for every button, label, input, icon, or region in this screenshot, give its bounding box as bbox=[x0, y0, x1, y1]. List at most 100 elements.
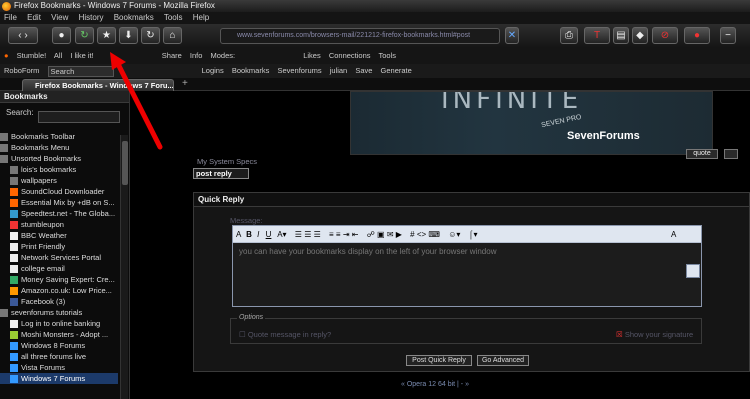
outdent-button[interactable]: ⇤ bbox=[352, 230, 359, 239]
image-button[interactable]: ▣ bbox=[377, 230, 385, 239]
post-quick-reply-button[interactable]: Post Quick Reply bbox=[406, 355, 472, 366]
hash-button[interactable]: # bbox=[410, 230, 414, 239]
code-button[interactable]: <> bbox=[417, 230, 426, 239]
editor-resize-icon[interactable] bbox=[686, 264, 700, 278]
sidebar-item[interactable]: wallpapers bbox=[0, 175, 118, 186]
generate-button[interactable]: Generate bbox=[381, 66, 412, 75]
thread-navigation[interactable]: « Opera 12 64 bit | - » bbox=[401, 381, 469, 388]
folder-icon bbox=[10, 177, 18, 186]
red-t-icon[interactable]: T bbox=[584, 27, 610, 44]
sidebar-item[interactable]: Log in to online banking bbox=[0, 318, 118, 329]
message-textarea[interactable]: you can have your bookmarks display on t… bbox=[233, 243, 701, 306]
sidebar-scrollbar[interactable] bbox=[120, 135, 128, 399]
sidebar-item[interactable]: stumbleupon bbox=[0, 219, 118, 230]
indent-button[interactable]: ⇥ bbox=[343, 230, 350, 239]
quote-message-checkbox[interactable]: ☐ Quote message in reply? bbox=[239, 330, 331, 339]
url-input[interactable]: www.sevenforums.com/browsers-mail/221212… bbox=[220, 28, 500, 44]
folder-icon bbox=[10, 166, 18, 175]
sidebar-item[interactable]: Network Services Portal bbox=[0, 252, 118, 263]
shield-icon[interactable]: ◆ bbox=[632, 27, 648, 44]
sidebar-item[interactable]: Print Friendly bbox=[0, 241, 118, 252]
sidebar-item[interactable]: Moshi Monsters - Adopt ... bbox=[0, 329, 118, 340]
sidebar-item[interactable]: SoundCloud Downloader bbox=[0, 186, 118, 197]
connections-button[interactable]: Connections bbox=[329, 51, 371, 60]
all-dropdown[interactable]: All bbox=[54, 51, 62, 60]
page-icon bbox=[10, 265, 18, 274]
save-button[interactable]: Save bbox=[355, 66, 372, 75]
roboform-search-input[interactable]: Search bbox=[47, 65, 114, 77]
home-icon[interactable]: ⌂ bbox=[163, 27, 182, 44]
multiquote-button[interactable] bbox=[724, 149, 738, 159]
menu-file[interactable]: File bbox=[4, 13, 17, 22]
new-tab-button[interactable]: + bbox=[182, 78, 188, 89]
php-button[interactable]: ⌨ bbox=[428, 230, 440, 239]
smiley-button[interactable]: ☺▾ bbox=[448, 230, 460, 239]
sidebar-item[interactable]: Amazon.co.uk: Low Price... bbox=[0, 285, 118, 296]
menu-history[interactable]: History bbox=[79, 13, 104, 22]
sevenforums-button[interactable]: Sevenforums bbox=[277, 66, 321, 75]
reload-green-icon[interactable]: ↻ bbox=[75, 27, 94, 44]
sidebar-item[interactable]: sevenforums tutorials bbox=[0, 307, 118, 318]
sidebar-item[interactable]: Vista Forums bbox=[0, 362, 118, 373]
sidebar-item[interactable]: Money Saving Expert: Cre... bbox=[0, 274, 118, 285]
font-color-button[interactable]: A▾ bbox=[277, 230, 286, 239]
sidebar-item[interactable]: college email bbox=[0, 263, 118, 274]
menu-bookmarks[interactable]: Bookmarks bbox=[114, 13, 154, 22]
menu-help[interactable]: Help bbox=[193, 13, 209, 22]
star-bookmark-icon[interactable]: ★ bbox=[97, 27, 116, 44]
show-signature-checkbox[interactable]: ☒ Show your signature bbox=[616, 330, 693, 339]
back-forward-button[interactable]: ‹ › bbox=[8, 27, 38, 44]
refresh-icon[interactable]: ↻ bbox=[141, 27, 160, 44]
sidebar-item[interactable]: lois's bookmarks bbox=[0, 164, 118, 175]
speech-bubble-icon[interactable]: ● bbox=[52, 27, 71, 44]
print-icon[interactable]: ⎙ bbox=[560, 27, 578, 44]
sidebar-item[interactable]: Speedtest.net - The Globa... bbox=[0, 208, 118, 219]
underline-button[interactable]: U bbox=[266, 230, 272, 239]
video-button[interactable]: ▶ bbox=[396, 230, 402, 239]
tool-x-icon[interactable]: ✕ bbox=[505, 27, 519, 44]
page-icon[interactable]: ▤ bbox=[613, 27, 629, 44]
sidebar-item[interactable]: Unsorted Bookmarks bbox=[0, 153, 118, 164]
stumble-button[interactable]: Stumble! bbox=[17, 51, 47, 60]
font-icon[interactable]: A bbox=[236, 230, 241, 239]
go-advanced-button[interactable]: Go Advanced bbox=[477, 355, 529, 366]
sidebar-item[interactable]: Facebook (3) bbox=[0, 296, 118, 307]
sidebar-item[interactable]: Bookmarks Menu bbox=[0, 142, 118, 153]
minimize-button[interactable]: − bbox=[720, 27, 736, 44]
logins-button[interactable]: Logins bbox=[202, 66, 224, 75]
likes-button[interactable]: Likes bbox=[303, 51, 321, 60]
switch-editor-mode-button[interactable]: A bbox=[671, 226, 676, 243]
quote-button[interactable]: quote bbox=[686, 149, 718, 159]
link-button[interactable]: ☍ bbox=[367, 230, 375, 239]
ordered-list-button[interactable]: ≡ bbox=[329, 230, 334, 239]
attachment-button[interactable]: ⌠▾ bbox=[469, 230, 478, 239]
menu-tools[interactable]: Tools bbox=[164, 13, 183, 22]
align-left-button[interactable]: ☰ bbox=[295, 230, 302, 239]
julian-button[interactable]: julian bbox=[330, 66, 348, 75]
sidebar-item[interactable]: all three forums live bbox=[0, 351, 118, 362]
sidebar-item[interactable]: Essential Mix by +dB on S... bbox=[0, 197, 118, 208]
download-arrow-icon[interactable]: ⬇ bbox=[119, 27, 138, 44]
tools-dropdown[interactable]: Tools bbox=[378, 51, 396, 60]
info-button[interactable]: Info bbox=[190, 51, 203, 60]
ilike-button[interactable]: I like it! bbox=[70, 51, 93, 60]
sidebar-item[interactable]: BBC Weather bbox=[0, 230, 118, 241]
sidebar-item[interactable]: Windows 8 Forums bbox=[0, 340, 118, 351]
italic-button[interactable]: I bbox=[257, 230, 259, 239]
bookmarks-button[interactable]: Bookmarks bbox=[232, 66, 270, 75]
align-right-button[interactable]: ☰ bbox=[314, 230, 321, 239]
menu-view[interactable]: View bbox=[51, 13, 68, 22]
sidebar-item[interactable]: Bookmarks Toolbar bbox=[0, 131, 118, 142]
no-script-icon[interactable]: ⊘ bbox=[652, 27, 678, 44]
sidebar-item-selected[interactable]: Windows 7 Forums bbox=[0, 373, 118, 384]
post-reply-button[interactable]: post reply bbox=[193, 168, 249, 179]
align-center-button[interactable]: ☰ bbox=[304, 230, 311, 239]
my-system-specs-link[interactable]: My System Specs bbox=[197, 157, 257, 166]
sidebar-search-input[interactable] bbox=[38, 111, 120, 123]
unordered-list-button[interactable]: ≡ bbox=[336, 230, 341, 239]
email-button[interactable]: ✉ bbox=[387, 230, 394, 239]
bold-button[interactable]: B bbox=[246, 230, 252, 239]
adblock-icon[interactable]: ● bbox=[684, 27, 710, 44]
menu-edit[interactable]: Edit bbox=[27, 13, 41, 22]
roboform-button[interactable]: RoboForm bbox=[4, 66, 39, 75]
